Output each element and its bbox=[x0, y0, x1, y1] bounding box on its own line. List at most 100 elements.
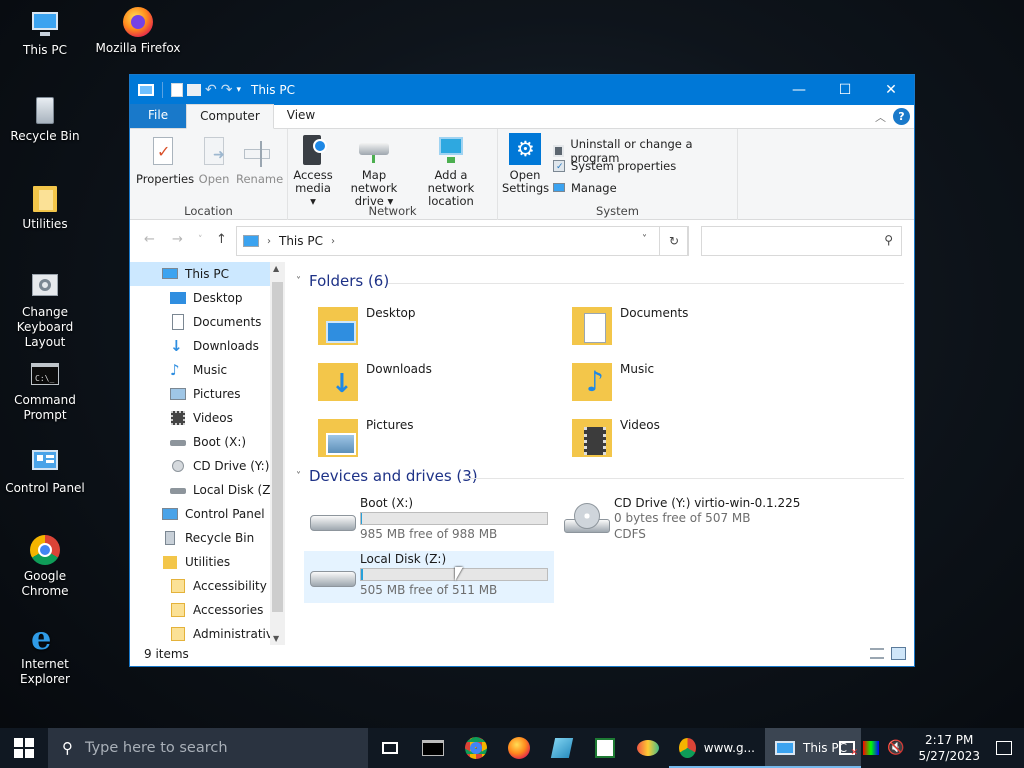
folder-item-music[interactable]: ♪ Music bbox=[570, 359, 654, 403]
collapse-ribbon-icon[interactable]: ︿ bbox=[875, 109, 886, 125]
details-view-icon[interactable] bbox=[870, 648, 884, 659]
music-note-icon: ♪ bbox=[170, 361, 180, 379]
taskbar-chrome[interactable] bbox=[454, 728, 497, 768]
tab-view[interactable]: View bbox=[274, 104, 328, 128]
properties-qat-icon[interactable] bbox=[171, 83, 183, 97]
nav-item-accessories[interactable]: Accessories bbox=[170, 598, 263, 622]
minimize-button[interactable]: — bbox=[776, 75, 822, 105]
nav-item-recycle-bin[interactable]: Recycle Bin bbox=[162, 526, 254, 550]
nav-item-downloads[interactable]: ↓ Downloads bbox=[170, 334, 259, 358]
clock[interactable]: 2:17 PM 5/27/2023 bbox=[908, 732, 990, 764]
desktop-icon-ie[interactable]: e Internet Explorer bbox=[0, 622, 90, 687]
undo-icon[interactable]: ↶ bbox=[205, 82, 217, 98]
nav-item-accessibility[interactable]: Accessibility bbox=[170, 574, 267, 598]
add-network-location-button[interactable]: Add a network location bbox=[411, 133, 491, 208]
desktop-icon-change-keyboard[interactable]: Change Keyboard Layout bbox=[0, 270, 90, 350]
open-settings-button[interactable]: ⚙ Open Settings bbox=[502, 133, 549, 195]
volume-muted-icon[interactable]: 🔇 bbox=[887, 740, 904, 756]
nav-item-desktop[interactable]: Desktop bbox=[170, 286, 243, 310]
task-view-button[interactable] bbox=[368, 728, 411, 768]
terminal-icon: C:\_ bbox=[29, 358, 61, 390]
address-bar[interactable]: › This PC › ˅ bbox=[236, 226, 688, 256]
nav-item-music[interactable]: ♪ Music bbox=[170, 358, 227, 382]
monitor-icon bbox=[775, 741, 795, 755]
nav-item-control-panel[interactable]: Control Panel bbox=[162, 502, 265, 526]
tab-file[interactable]: File bbox=[130, 104, 187, 128]
folder-item-documents[interactable]: Documents bbox=[570, 303, 688, 347]
rename-button[interactable]: Rename bbox=[236, 137, 283, 186]
folder-item-desktop[interactable]: Desktop bbox=[316, 303, 416, 347]
drive-item-local-disk[interactable]: Local Disk (Z:) 505 MB free of 511 MB bbox=[304, 551, 554, 603]
taskbar-firefox[interactable] bbox=[497, 728, 540, 768]
desktop-icon-recycle-bin[interactable]: Recycle Bin bbox=[0, 94, 90, 144]
search-input[interactable]: ⚲ bbox=[701, 226, 902, 256]
taskbar-app-2[interactable] bbox=[583, 728, 626, 768]
system-properties-button[interactable]: ✓ System properties bbox=[552, 159, 676, 173]
search-icon: ⚲ bbox=[62, 739, 73, 757]
ribbon: ✓ Properties ➜ Open Rename Location Acce… bbox=[130, 129, 914, 220]
nav-item-boot-drive[interactable]: Boot (X:) bbox=[170, 430, 246, 454]
refresh-icon: ↻ bbox=[668, 234, 680, 248]
desktop-icon-control-panel[interactable]: Control Panel bbox=[0, 446, 90, 496]
folder-item-videos[interactable]: Videos bbox=[570, 415, 660, 459]
desktop-icon-firefox[interactable]: Mozilla Firefox bbox=[93, 6, 183, 56]
nav-item-documents[interactable]: Documents bbox=[170, 310, 261, 334]
taskbar-app-3[interactable] bbox=[626, 728, 669, 768]
hard-drive-icon bbox=[170, 434, 186, 450]
desktop-icon-this-pc[interactable]: This PC bbox=[0, 8, 90, 58]
redo-icon[interactable]: ↷ bbox=[221, 82, 233, 98]
nav-item-local-disk[interactable]: Local Disk (Z:) bbox=[170, 478, 279, 502]
large-icons-view-icon[interactable] bbox=[891, 647, 906, 660]
color-app-tray-icon[interactable] bbox=[863, 741, 880, 755]
taskbar-command-prompt[interactable] bbox=[411, 728, 454, 768]
nav-scrollbar[interactable]: ▲ ▼ bbox=[270, 262, 285, 645]
help-icon[interactable]: ? bbox=[893, 108, 910, 125]
folder-icon bbox=[170, 602, 186, 618]
new-folder-qat-icon[interactable] bbox=[187, 84, 201, 96]
map-network-drive-button[interactable]: Map network drive ▾ bbox=[338, 133, 410, 208]
tab-computer[interactable]: Computer bbox=[186, 104, 274, 129]
properties-button[interactable]: ✓ Properties bbox=[136, 137, 194, 186]
access-media-button[interactable]: Access media ▾ bbox=[292, 133, 334, 208]
music-folder-icon: ♪ bbox=[570, 359, 614, 403]
maximize-button[interactable]: ☐ bbox=[822, 75, 868, 105]
address-dropdown-icon[interactable]: ˅ bbox=[642, 234, 647, 245]
close-button[interactable]: ✕ bbox=[868, 75, 914, 105]
notification-icon[interactable] bbox=[996, 741, 1012, 755]
taskbar-app-1[interactable] bbox=[540, 728, 583, 768]
forward-arrow-icon[interactable]: → bbox=[172, 232, 183, 247]
nav-item-utilities[interactable]: Utilities bbox=[162, 550, 230, 574]
folder-item-downloads[interactable]: ↓ Downloads bbox=[316, 359, 432, 403]
scroll-up-icon[interactable]: ▲ bbox=[273, 264, 279, 273]
drive-item-cd[interactable]: CD Drive (Y:) virtio-win-0.1.225 0 bytes… bbox=[558, 495, 858, 547]
nav-item-videos[interactable]: Videos bbox=[170, 406, 233, 430]
desktop-icon-chrome[interactable]: Google Chrome bbox=[0, 534, 90, 599]
nav-item-pictures[interactable]: Pictures bbox=[170, 382, 241, 406]
taskbar-window-chrome[interactable]: www.g... bbox=[669, 728, 765, 768]
back-arrow-icon[interactable]: ← bbox=[144, 232, 155, 247]
drive-item-boot[interactable]: Boot (X:) 985 MB free of 988 MB bbox=[304, 495, 554, 547]
manage-button[interactable]: Manage bbox=[552, 181, 617, 195]
drives-section-header[interactable]: ˅ Devices and drives (3) bbox=[296, 467, 478, 485]
refresh-button[interactable]: ↻ bbox=[659, 226, 689, 256]
group-label-system: System bbox=[596, 204, 639, 218]
open-button[interactable]: ➜ Open bbox=[196, 137, 232, 186]
recent-locations-chevron-icon[interactable]: ˅ bbox=[198, 235, 203, 245]
start-button[interactable] bbox=[0, 728, 48, 768]
ribbon-group-system: ⚙ Open Settings Uninstall or change a pr… bbox=[498, 129, 738, 220]
qat-dropdown-icon[interactable]: ▾ bbox=[236, 85, 241, 95]
ribbon-tabs: File Computer View ︿ ? bbox=[130, 104, 914, 129]
desktop-icon-utilities[interactable]: Utilities bbox=[0, 182, 90, 232]
folders-section-header[interactable]: ˅ Folders (6) bbox=[296, 272, 389, 290]
network-status-icon[interactable]: ✕ bbox=[839, 741, 858, 758]
folder-item-pictures[interactable]: Pictures bbox=[316, 415, 414, 459]
nav-item-cd-drive[interactable]: CD Drive (Y:) vi bbox=[170, 454, 284, 478]
control-panel-icon bbox=[162, 506, 178, 522]
group-label-network: Network bbox=[368, 204, 417, 218]
up-arrow-icon[interactable]: ↑ bbox=[216, 232, 227, 247]
desktop-icon-command-prompt[interactable]: C:\_ Command Prompt bbox=[0, 358, 90, 423]
taskbar-search-box[interactable]: ⚲ Type here to search bbox=[48, 728, 368, 768]
section-divider bbox=[388, 283, 904, 284]
nav-item-this-pc[interactable]: This PC bbox=[130, 262, 270, 286]
scrollbar-thumb[interactable] bbox=[272, 282, 283, 612]
